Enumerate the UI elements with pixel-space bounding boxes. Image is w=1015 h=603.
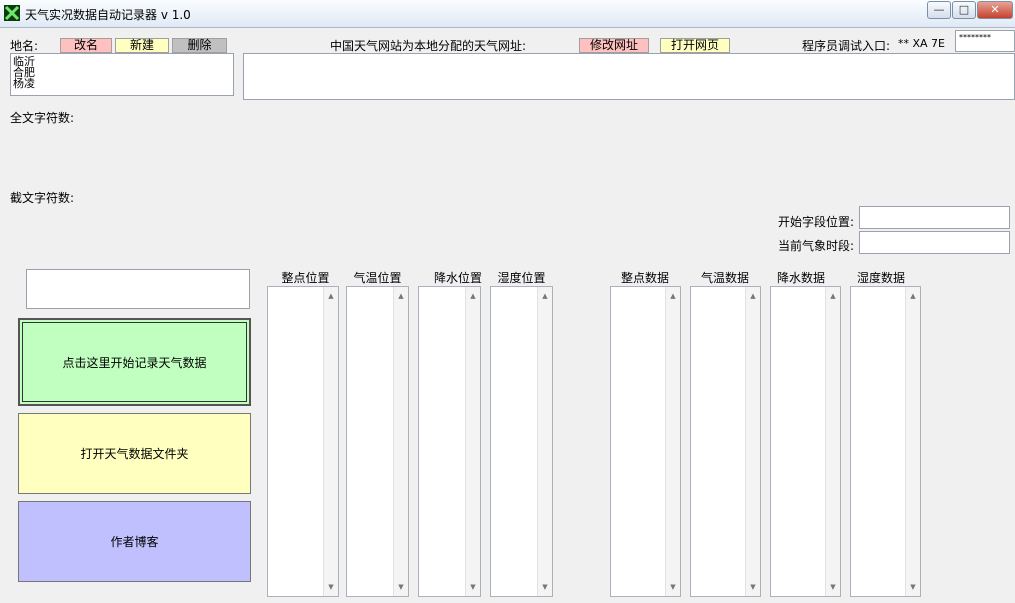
url-textarea[interactable] bbox=[243, 53, 1015, 100]
list-item[interactable]: 临沂 bbox=[11, 56, 233, 67]
col-head-rain-data: 降水数据 bbox=[776, 271, 825, 285]
debug-code: ** XA 7E bbox=[898, 37, 946, 50]
col-head-hour-pos: 整点位置 bbox=[281, 271, 330, 285]
start-pos-input[interactable] bbox=[859, 206, 1010, 229]
col-head-humid-pos: 湿度位置 bbox=[497, 271, 546, 285]
open-page-button[interactable]: 打开网页 bbox=[660, 38, 730, 53]
debug-password-input[interactable]: ******** bbox=[955, 30, 1015, 52]
open-folder-label: 打开天气数据文件夹 bbox=[80, 447, 189, 461]
status-input[interactable] bbox=[26, 269, 250, 309]
col-head-temp-pos: 气温位置 bbox=[353, 271, 402, 285]
delete-button[interactable]: 删除 bbox=[172, 38, 227, 53]
open-folder-button[interactable]: 打开天气数据文件夹 bbox=[18, 413, 251, 494]
rain-pos-list[interactable]: ▲ ▼ bbox=[418, 286, 481, 597]
full-count-label: 全文字符数: bbox=[10, 111, 75, 125]
window-title: 天气实况数据自动记录器 v 1.0 bbox=[25, 8, 191, 22]
start-pos-label: 开始字段位置: bbox=[778, 215, 855, 229]
scrollbar[interactable]: ▲ ▼ bbox=[537, 287, 552, 596]
humid-data-list[interactable]: ▲ ▼ bbox=[850, 286, 921, 597]
scrollbar[interactable]: ▲ ▼ bbox=[465, 287, 480, 596]
current-period-input[interactable] bbox=[859, 231, 1010, 254]
start-record-label: 点击这里开始记录天气数据 bbox=[62, 355, 207, 370]
scrollbar[interactable]: ▲ ▼ bbox=[323, 287, 338, 596]
list-item[interactable]: 合肥 bbox=[11, 67, 233, 78]
col-head-rain-pos: 降水位置 bbox=[433, 271, 482, 285]
maximize-button[interactable]: □ bbox=[952, 1, 976, 19]
humid-pos-list[interactable]: ▲ ▼ bbox=[490, 286, 553, 597]
start-record-button[interactable]: 点击这里开始记录天气数据 bbox=[18, 318, 251, 406]
scrollbar[interactable]: ▲ ▼ bbox=[905, 287, 920, 596]
minimize-button[interactable]: — bbox=[927, 1, 951, 19]
scrollbar[interactable]: ▲ ▼ bbox=[393, 287, 408, 596]
cut-count-label: 截文字符数: bbox=[10, 191, 75, 205]
debug-label: 程序员调试入口: bbox=[802, 39, 891, 53]
new-button[interactable]: 新建 bbox=[115, 38, 169, 53]
hour-data-list[interactable]: ▲ ▼ bbox=[610, 286, 681, 597]
author-blog-label: 作者博客 bbox=[110, 535, 159, 549]
modify-url-button[interactable]: 修改网址 bbox=[579, 38, 649, 53]
author-blog-button[interactable]: 作者博客 bbox=[18, 501, 251, 582]
url-label: 中国天气网站为本地分配的天气网址: bbox=[330, 39, 527, 53]
scrollbar[interactable]: ▲ ▼ bbox=[745, 287, 760, 596]
rename-button[interactable]: 改名 bbox=[60, 38, 112, 53]
col-head-humid-data: 湿度数据 bbox=[856, 271, 905, 285]
list-item[interactable]: 杨凌 bbox=[11, 78, 233, 89]
app-icon bbox=[4, 5, 20, 21]
col-head-temp-data: 气温数据 bbox=[700, 271, 749, 285]
place-list[interactable]: 临沂 合肥 杨凌 bbox=[10, 53, 234, 96]
scrollbar[interactable]: ▲ ▼ bbox=[665, 287, 680, 596]
rain-data-list[interactable]: ▲ ▼ bbox=[770, 286, 841, 597]
place-label: 地名: bbox=[10, 39, 39, 53]
hour-pos-list[interactable]: ▲ ▼ bbox=[267, 286, 339, 597]
current-period-label: 当前气象时段: bbox=[778, 239, 855, 253]
col-head-hour-data: 整点数据 bbox=[620, 271, 669, 285]
temp-data-list[interactable]: ▲ ▼ bbox=[690, 286, 761, 597]
close-button[interactable]: ✕ bbox=[977, 1, 1013, 19]
scrollbar[interactable]: ▲ ▼ bbox=[825, 287, 840, 596]
temp-pos-list[interactable]: ▲ ▼ bbox=[346, 286, 409, 597]
